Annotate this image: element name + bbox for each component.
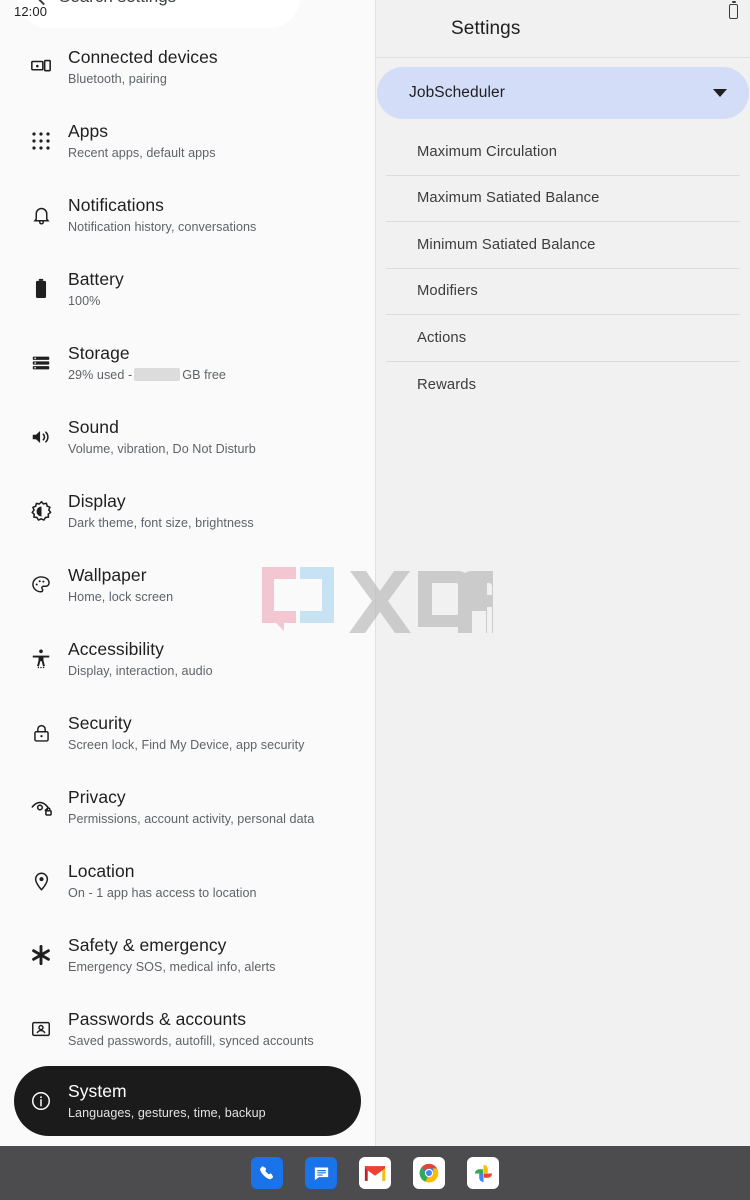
- location-pin-icon: [26, 871, 56, 892]
- sidebar-item-passwords-accounts[interactable]: Passwords & accounts Saved passwords, au…: [0, 992, 375, 1066]
- sidebar-item-title: Apps: [68, 121, 109, 141]
- sidebar-item-title: Passwords & accounts: [68, 1009, 247, 1029]
- sidebar-item-notifications[interactable]: Notifications Notification history, conv…: [0, 178, 375, 252]
- tablet-screen: 12:00 Search settings: [0, 0, 750, 1200]
- back-chevron-icon[interactable]: [31, 0, 51, 7]
- sidebar-item-display[interactable]: Display Dark theme, font size, brightnes…: [0, 474, 375, 548]
- sidebar-item-title: Security: [68, 713, 132, 733]
- taskbar: [0, 1146, 750, 1200]
- speaker-icon: [26, 426, 56, 448]
- sidebar-item-subtitle: Home, lock screen: [68, 590, 174, 604]
- sidebar-item-title: Display: [68, 491, 126, 511]
- sidebar-item-location[interactable]: Location On - 1 app has access to locati…: [0, 844, 375, 918]
- info-circle-icon: [26, 1090, 56, 1112]
- sidebar-item-subtitle: Languages, gestures, time, backup: [68, 1106, 266, 1120]
- jobscheduler-dropdown[interactable]: JobScheduler: [377, 67, 749, 119]
- preference-row-actions[interactable]: Actions: [386, 315, 740, 362]
- preference-row-modifiers[interactable]: Modifiers: [386, 269, 740, 315]
- battery-icon: [26, 278, 56, 300]
- gmail-app-icon[interactable]: [359, 1157, 391, 1189]
- messages-app-icon[interactable]: [305, 1157, 337, 1189]
- storage-used-text: 29% used -: [68, 368, 133, 382]
- sidebar-item-subtitle: Display, interaction, audio: [68, 664, 213, 678]
- sidebar-item-system[interactable]: System Languages, gestures, time, backup: [14, 1066, 361, 1136]
- bell-icon: [26, 205, 56, 226]
- sidebar-item-subtitle: Notification history, conversations: [68, 220, 257, 234]
- sidebar-item-subtitle: Dark theme, font size, brightness: [68, 516, 254, 530]
- preference-row-rewards[interactable]: Rewards: [386, 362, 740, 409]
- sidebar-item-title: Connected devices: [68, 47, 218, 67]
- settings-sidebar: Search settings Connected devices Blueto…: [0, 0, 375, 1146]
- redacted-value: [134, 368, 181, 381]
- sidebar-item-title: Sound: [68, 417, 119, 437]
- sidebar-item-connected-devices[interactable]: Connected devices Bluetooth, pairing: [0, 30, 375, 104]
- split-pane-container: Search settings Connected devices Blueto…: [0, 0, 750, 1146]
- preference-list: Maximum Circulation Maximum Satiated Bal…: [376, 129, 750, 408]
- settings-item-list: Connected devices Bluetooth, pairing App…: [0, 0, 375, 1136]
- sidebar-item-security[interactable]: Security Screen lock, Find My Device, ap…: [0, 696, 375, 770]
- sidebar-item-subtitle: Screen lock, Find My Device, app securit…: [68, 738, 305, 752]
- sidebar-item-title: System: [68, 1081, 127, 1101]
- sidebar-item-subtitle: Emergency SOS, medical info, alerts: [68, 960, 276, 974]
- sidebar-item-subtitle: Permissions, account activity, personal …: [68, 812, 315, 826]
- preference-row-maximum-circulation[interactable]: Maximum Circulation: [386, 129, 740, 176]
- sidebar-item-privacy[interactable]: Privacy Permissions, account activity, p…: [0, 770, 375, 844]
- brightness-icon: [26, 500, 56, 523]
- chevron-down-icon[interactable]: [713, 89, 727, 97]
- sidebar-item-safety-emergency[interactable]: Safety & emergency Emergency SOS, medica…: [0, 918, 375, 992]
- photos-app-icon[interactable]: [467, 1157, 499, 1189]
- phone-app-icon[interactable]: [251, 1157, 283, 1189]
- chrome-app-icon[interactable]: [413, 1157, 445, 1189]
- page-title: Settings: [451, 17, 521, 39]
- storage-free-text: GB free: [182, 368, 226, 382]
- sidebar-item-subtitle: Recent apps, default apps: [68, 146, 216, 160]
- lock-icon: [26, 723, 56, 744]
- sidebar-item-subtitle: Volume, vibration, Do Not Disturb: [68, 442, 256, 456]
- accessibility-icon: [26, 648, 56, 670]
- sidebar-item-apps[interactable]: Apps Recent apps, default apps: [0, 104, 375, 178]
- sidebar-item-subtitle: 29% used - GB free: [68, 366, 226, 384]
- preference-row-maximum-satiated-balance[interactable]: Maximum Satiated Balance: [386, 176, 740, 222]
- sidebar-item-title: Privacy: [68, 787, 126, 807]
- eye-lock-icon: [26, 796, 56, 819]
- detail-header: Settings: [376, 0, 750, 58]
- search-input[interactable]: Search settings: [59, 0, 176, 7]
- sidebar-item-title: Safety & emergency: [68, 935, 227, 955]
- apps-grid-icon: [26, 131, 56, 151]
- sidebar-item-subtitle: 100%: [68, 294, 101, 308]
- asterisk-icon: [26, 943, 56, 967]
- sidebar-item-title: Wallpaper: [68, 565, 147, 585]
- spinner-container: JobScheduler: [376, 58, 750, 129]
- sidebar-item-subtitle: On - 1 app has access to location: [68, 886, 257, 900]
- sidebar-item-accessibility[interactable]: Accessibility Display, interaction, audi…: [0, 622, 375, 696]
- sidebar-item-storage[interactable]: Storage 29% used - GB free: [0, 326, 375, 400]
- account-card-icon: [26, 1018, 56, 1040]
- sidebar-item-subtitle: Bluetooth, pairing: [68, 72, 167, 86]
- storage-icon: [26, 352, 56, 374]
- sidebar-item-title: Notifications: [68, 195, 164, 215]
- palette-icon: [26, 574, 56, 596]
- detail-pane: Settings JobScheduler Maximum Circulatio…: [375, 0, 750, 1146]
- sidebar-item-title: Storage: [68, 343, 130, 363]
- sidebar-item-battery[interactable]: Battery 100%: [0, 252, 375, 326]
- preference-row-minimum-satiated-balance[interactable]: Minimum Satiated Balance: [386, 222, 740, 269]
- sidebar-item-title: Battery: [68, 269, 124, 289]
- sidebar-item-title: Accessibility: [68, 639, 164, 659]
- connected-devices-icon: [26, 56, 56, 78]
- sidebar-item-sound[interactable]: Sound Volume, vibration, Do Not Disturb: [0, 400, 375, 474]
- search-settings-bar[interactable]: Search settings: [17, 0, 300, 28]
- sidebar-item-title: Location: [68, 861, 135, 881]
- sidebar-item-wallpaper[interactable]: Wallpaper Home, lock screen: [0, 548, 375, 622]
- dropdown-selected-value: JobScheduler: [409, 84, 505, 101]
- sidebar-item-subtitle: Saved passwords, autofill, synced accoun…: [68, 1034, 314, 1048]
